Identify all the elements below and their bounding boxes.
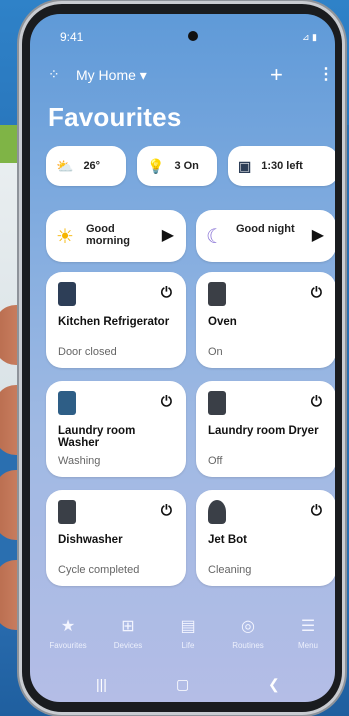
power-icon[interactable]: ⏻	[161, 284, 172, 301]
add-button[interactable]: +	[270, 62, 283, 88]
status-bar: 9:41 ⊿ ▮	[30, 14, 335, 44]
device-state: Off	[208, 455, 223, 467]
moon-icon: ☾	[206, 226, 224, 248]
routine-label: Good morning	[86, 223, 130, 247]
routine-label: Good night	[236, 223, 295, 235]
device-state: Washing	[58, 455, 101, 467]
device-name: Kitchen Refrigerator	[58, 316, 170, 328]
washer-icon: ▣	[238, 157, 252, 174]
tab-label: Favourites	[49, 641, 87, 650]
power-icon[interactable]: ⏻	[311, 502, 322, 519]
more-options-button[interactable]: ⋮	[318, 64, 334, 84]
device-name: Dishwasher	[58, 534, 123, 546]
tab-label: Life	[181, 641, 195, 650]
home-selector[interactable]: My Home ▾	[76, 67, 147, 84]
star-icon: ★	[60, 618, 76, 635]
device-card-laundry-dryer[interactable]: ⏻ Laundry room Dryer Off	[196, 381, 335, 477]
tab-label: Routines	[232, 641, 264, 650]
power-icon[interactable]: ⏻	[311, 393, 322, 410]
status-chips: ⛅ 26° 💡 3 On ▣ 1:30 left	[46, 146, 335, 186]
routines-row: ☀ Good morning ▶ ☾ Good night ▶	[46, 210, 335, 262]
routines-icon: ◎	[241, 618, 255, 635]
device-card-laundry-washer[interactable]: ⏻ Laundry room Washer Washing	[46, 381, 186, 477]
tab-label: Menu	[297, 641, 318, 650]
routine-good-night[interactable]: ☾ Good night ▶	[196, 210, 335, 262]
recents-icon[interactable]: |||	[96, 676, 107, 692]
device-card-kitchen-refrigerator[interactable]: ⏻ Kitchen Refrigerator Door closed	[46, 272, 186, 368]
refrigerator-icon	[58, 282, 76, 306]
play-icon[interactable]: ▶	[312, 225, 324, 245]
camera-cutout	[188, 31, 198, 41]
devices-icon: ⊞	[121, 618, 135, 635]
chip-label: 3 On	[174, 160, 199, 172]
robot-vacuum-icon	[208, 500, 226, 524]
tab-life[interactable]: ▤ Life	[158, 616, 218, 650]
cloud-sun-icon: ⛅	[56, 157, 74, 174]
device-name: Laundry room Dryer	[208, 425, 319, 437]
power-icon[interactable]: ⏻	[161, 502, 172, 519]
signal-battery-icon: ⊿ ▮	[302, 32, 317, 42]
home-icon[interactable]: ▢	[176, 676, 189, 693]
tab-routines[interactable]: ◎ Routines	[218, 616, 278, 650]
chip-label: 1:30 left	[261, 160, 303, 172]
power-icon[interactable]: ⏻	[161, 393, 172, 410]
home-grid-icon[interactable]: ⁘	[48, 66, 60, 83]
device-state: Door closed	[58, 346, 117, 358]
page-title: Favourites	[48, 102, 182, 132]
app-screen: 9:41 ⊿ ▮ ⁘ My Home ▾ + ⋮ Favourites ⛅ 26…	[30, 14, 335, 702]
status-time: 9:41	[60, 30, 84, 44]
routine-good-morning[interactable]: ☀ Good morning ▶	[46, 210, 186, 262]
laundry-chip[interactable]: ▣ 1:30 left	[228, 146, 335, 186]
back-icon[interactable]: ❮	[268, 676, 280, 693]
device-name: Oven	[208, 316, 237, 328]
bottom-navigation: ★ Favourites ⊞ Devices ▤ Life ◎ Routines…	[30, 616, 335, 666]
oven-icon	[208, 282, 226, 306]
menu-icon: ☰	[300, 618, 316, 635]
tab-menu[interactable]: ☰ Menu	[278, 616, 335, 650]
device-card-oven[interactable]: ⏻ Oven On	[196, 272, 335, 368]
weather-chip[interactable]: ⛅ 26°	[46, 146, 126, 186]
power-icon[interactable]: ⏻	[311, 284, 322, 301]
device-name: Laundry room Washer	[58, 425, 136, 449]
device-state: Cleaning	[208, 564, 252, 576]
dishwasher-icon	[58, 500, 76, 524]
device-state: On	[208, 346, 223, 358]
tab-label: Devices	[113, 641, 143, 650]
device-card-jet-bot[interactable]: ⏻ Jet Bot Cleaning	[196, 490, 335, 586]
sun-icon: ☀	[56, 226, 74, 248]
dryer-icon	[208, 391, 226, 415]
home-header: ⁘ My Home ▾ + ⋮	[48, 62, 334, 88]
play-icon[interactable]: ▶	[162, 225, 174, 245]
lights-chip[interactable]: 💡 3 On	[137, 146, 217, 186]
tab-favourites[interactable]: ★ Favourites	[38, 616, 98, 650]
bulb-icon: 💡	[147, 157, 165, 174]
device-state: Cycle completed	[58, 564, 140, 576]
life-icon: ▤	[180, 618, 196, 635]
device-name: Jet Bot	[208, 534, 247, 546]
system-navigation-bar: ||| ▢ ❮	[30, 676, 335, 698]
device-card-dishwasher[interactable]: ⏻ Dishwasher Cycle completed	[46, 490, 186, 586]
washer-icon	[58, 391, 76, 415]
tab-devices[interactable]: ⊞ Devices	[98, 616, 158, 650]
chip-label: 26°	[83, 160, 101, 172]
